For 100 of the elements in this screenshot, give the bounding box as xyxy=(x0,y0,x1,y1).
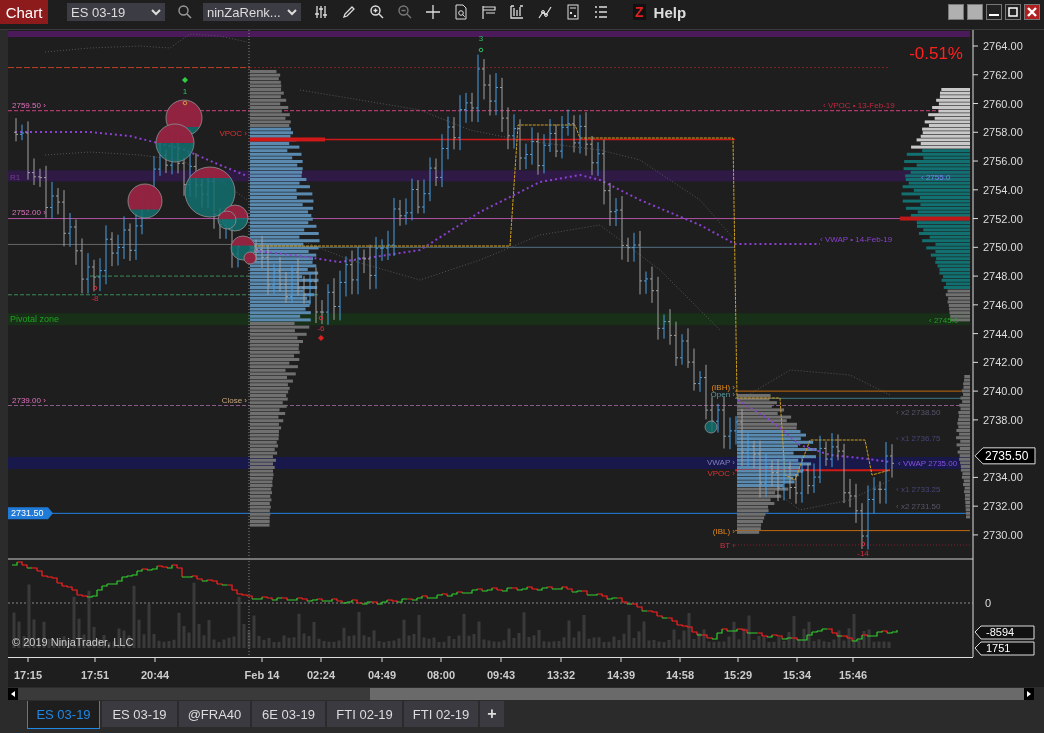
level-label: 2759.50 › xyxy=(12,101,46,110)
level-label: 2752.00 › xyxy=(12,208,46,217)
maximize-button[interactable] xyxy=(1005,4,1021,20)
calculator-icon[interactable] xyxy=(565,4,581,20)
add-tab-button[interactable]: + xyxy=(480,701,504,727)
time-axis-label: 04:49 xyxy=(367,669,397,681)
level-label: (IBH) › xyxy=(711,383,735,392)
price-axis-label: 2756.00 xyxy=(983,155,1023,168)
price-axis-label: 2760.00 xyxy=(983,97,1023,110)
signal-count: -6 xyxy=(317,324,325,333)
signal-count: -14 xyxy=(857,549,869,558)
time-axis-label: 14:58 xyxy=(665,669,695,681)
price-axis-label: 2762.00 xyxy=(983,68,1023,81)
document-search-icon[interactable] xyxy=(453,4,469,20)
price-axis-label: 2742.00 xyxy=(983,356,1023,369)
level-label: Close › xyxy=(221,396,247,405)
level-label: ‹ VWAP • 14-Feb-19 xyxy=(820,235,893,244)
chart-tab[interactable]: FTI 02-19 xyxy=(404,701,478,727)
minimize-button[interactable] xyxy=(986,4,1002,20)
bar-chart-icon[interactable] xyxy=(509,4,525,20)
time-axis-label: 08:00 xyxy=(426,669,456,681)
price-axis-label: 2738.00 xyxy=(983,413,1023,426)
maximize-icon xyxy=(1008,7,1018,17)
close-icon xyxy=(1027,7,1037,17)
current-price-marker: 2735.50 xyxy=(974,447,1036,465)
scroll-left-button[interactable] xyxy=(8,688,18,700)
caret-icon xyxy=(151,8,161,16)
crosshair-icon[interactable] xyxy=(425,4,441,20)
minimize-icon xyxy=(989,14,999,16)
pencil-icon[interactable] xyxy=(341,4,357,20)
level-label: ‹ 2755.0 xyxy=(921,173,951,182)
level-label: ‹ 2745.0 xyxy=(929,316,959,325)
indicator-value-marker: 1751 xyxy=(974,641,1035,656)
chart-tab[interactable]: @FRA40 xyxy=(179,701,250,727)
level-label: (IBL) › xyxy=(712,527,735,536)
price-axis-label: 2732.00 xyxy=(983,500,1023,513)
chart-tab[interactable]: FTI 02-19 xyxy=(327,701,402,727)
chart-tab[interactable]: 6E 03-19 xyxy=(252,701,325,727)
zoom-out-icon[interactable] xyxy=(397,4,413,20)
signal-count: 3 xyxy=(478,34,484,43)
level-label: 2739.00 › xyxy=(12,396,46,405)
level-label: VPOC › xyxy=(707,469,735,478)
price-axis-label: 2744.00 xyxy=(983,327,1023,340)
chart-tab[interactable]: ES 03-19 xyxy=(27,701,100,729)
flag-list-icon[interactable] xyxy=(481,4,497,20)
price-axis-label: 2752.00 xyxy=(983,212,1023,225)
level-label: VPOC › xyxy=(219,129,247,138)
level-label: ‹ x1 2736.75 xyxy=(896,434,941,443)
volume-bubble xyxy=(704,420,718,434)
level-label: R1 xyxy=(10,173,21,182)
price-axis-label: 2734.00 xyxy=(983,471,1023,484)
volume-bubble xyxy=(127,183,163,219)
level-label: VWAP › xyxy=(707,458,735,467)
z-logo[interactable]: Z xyxy=(633,4,646,20)
time-axis-label: 17:15 xyxy=(13,669,43,681)
level-label: BT › xyxy=(720,541,735,550)
scrollbar[interactable] xyxy=(18,688,1034,700)
price-axis-label: 2758.00 xyxy=(983,126,1023,139)
zoom-in-icon[interactable] xyxy=(369,4,385,20)
signal-marker xyxy=(182,77,188,83)
signal-marker xyxy=(478,47,484,53)
price-axis-label: 2764.00 xyxy=(983,40,1023,52)
price-axis-label: 2748.00 xyxy=(983,270,1023,283)
signal-count: 1 xyxy=(182,87,188,96)
signal-marker xyxy=(182,100,188,106)
sliders-icon[interactable] xyxy=(313,4,329,20)
volume-bubble xyxy=(155,123,195,163)
price-axis-label: 2746.00 xyxy=(983,298,1023,311)
bar-type-dropdown[interactable]: ninZaRenk... xyxy=(203,3,301,21)
time-axis-label: 02:24 xyxy=(306,669,336,681)
time-axis-label: 17:51 xyxy=(80,669,110,681)
chart-title-button[interactable]: Chart xyxy=(0,0,48,24)
price-axis-label: 2750.00 xyxy=(983,241,1023,254)
caret-icon xyxy=(287,8,297,16)
time-axis-label: Feb 14 xyxy=(244,669,280,681)
indicator-value-marker: -8594 xyxy=(974,625,1035,640)
change-percent: -0.51% xyxy=(909,44,963,63)
level-label: ‹ VWAP 2735.00 xyxy=(898,459,958,468)
time-axis-label: 13:32 xyxy=(546,669,576,681)
search-icon[interactable] xyxy=(177,4,193,20)
signal-marker xyxy=(318,335,324,341)
close-button[interactable] xyxy=(1024,4,1040,20)
chart-tab[interactable]: ES 03-19 xyxy=(102,701,177,727)
line-chart-icon[interactable] xyxy=(537,4,553,20)
help-menu[interactable]: Help xyxy=(653,3,687,21)
signal-marker xyxy=(92,285,98,291)
price-line-marker: 2731.50 xyxy=(8,507,53,520)
price-axis-label: 2754.00 xyxy=(983,183,1023,196)
signal-count: -8 xyxy=(91,294,99,303)
instrument-dropdown[interactable]: ES 03-19 xyxy=(67,3,165,21)
price-axis-label: 2740.00 xyxy=(983,385,1023,398)
level-label: ‹ VPOC • 13-Feb-19 xyxy=(823,101,895,110)
indicator-axis-label: 0 xyxy=(985,597,992,609)
time-axis-label: 20:44 xyxy=(140,669,170,681)
level-label: ‹ x1 2733.25 xyxy=(896,485,941,494)
time-axis-label: 15:46 xyxy=(838,669,868,681)
copyright-text: © 2019 NinjaTrader, LLC xyxy=(12,636,134,648)
signal-marker xyxy=(318,315,324,321)
list-icon[interactable] xyxy=(593,4,609,20)
time-axis-label: 09:43 xyxy=(486,669,516,681)
